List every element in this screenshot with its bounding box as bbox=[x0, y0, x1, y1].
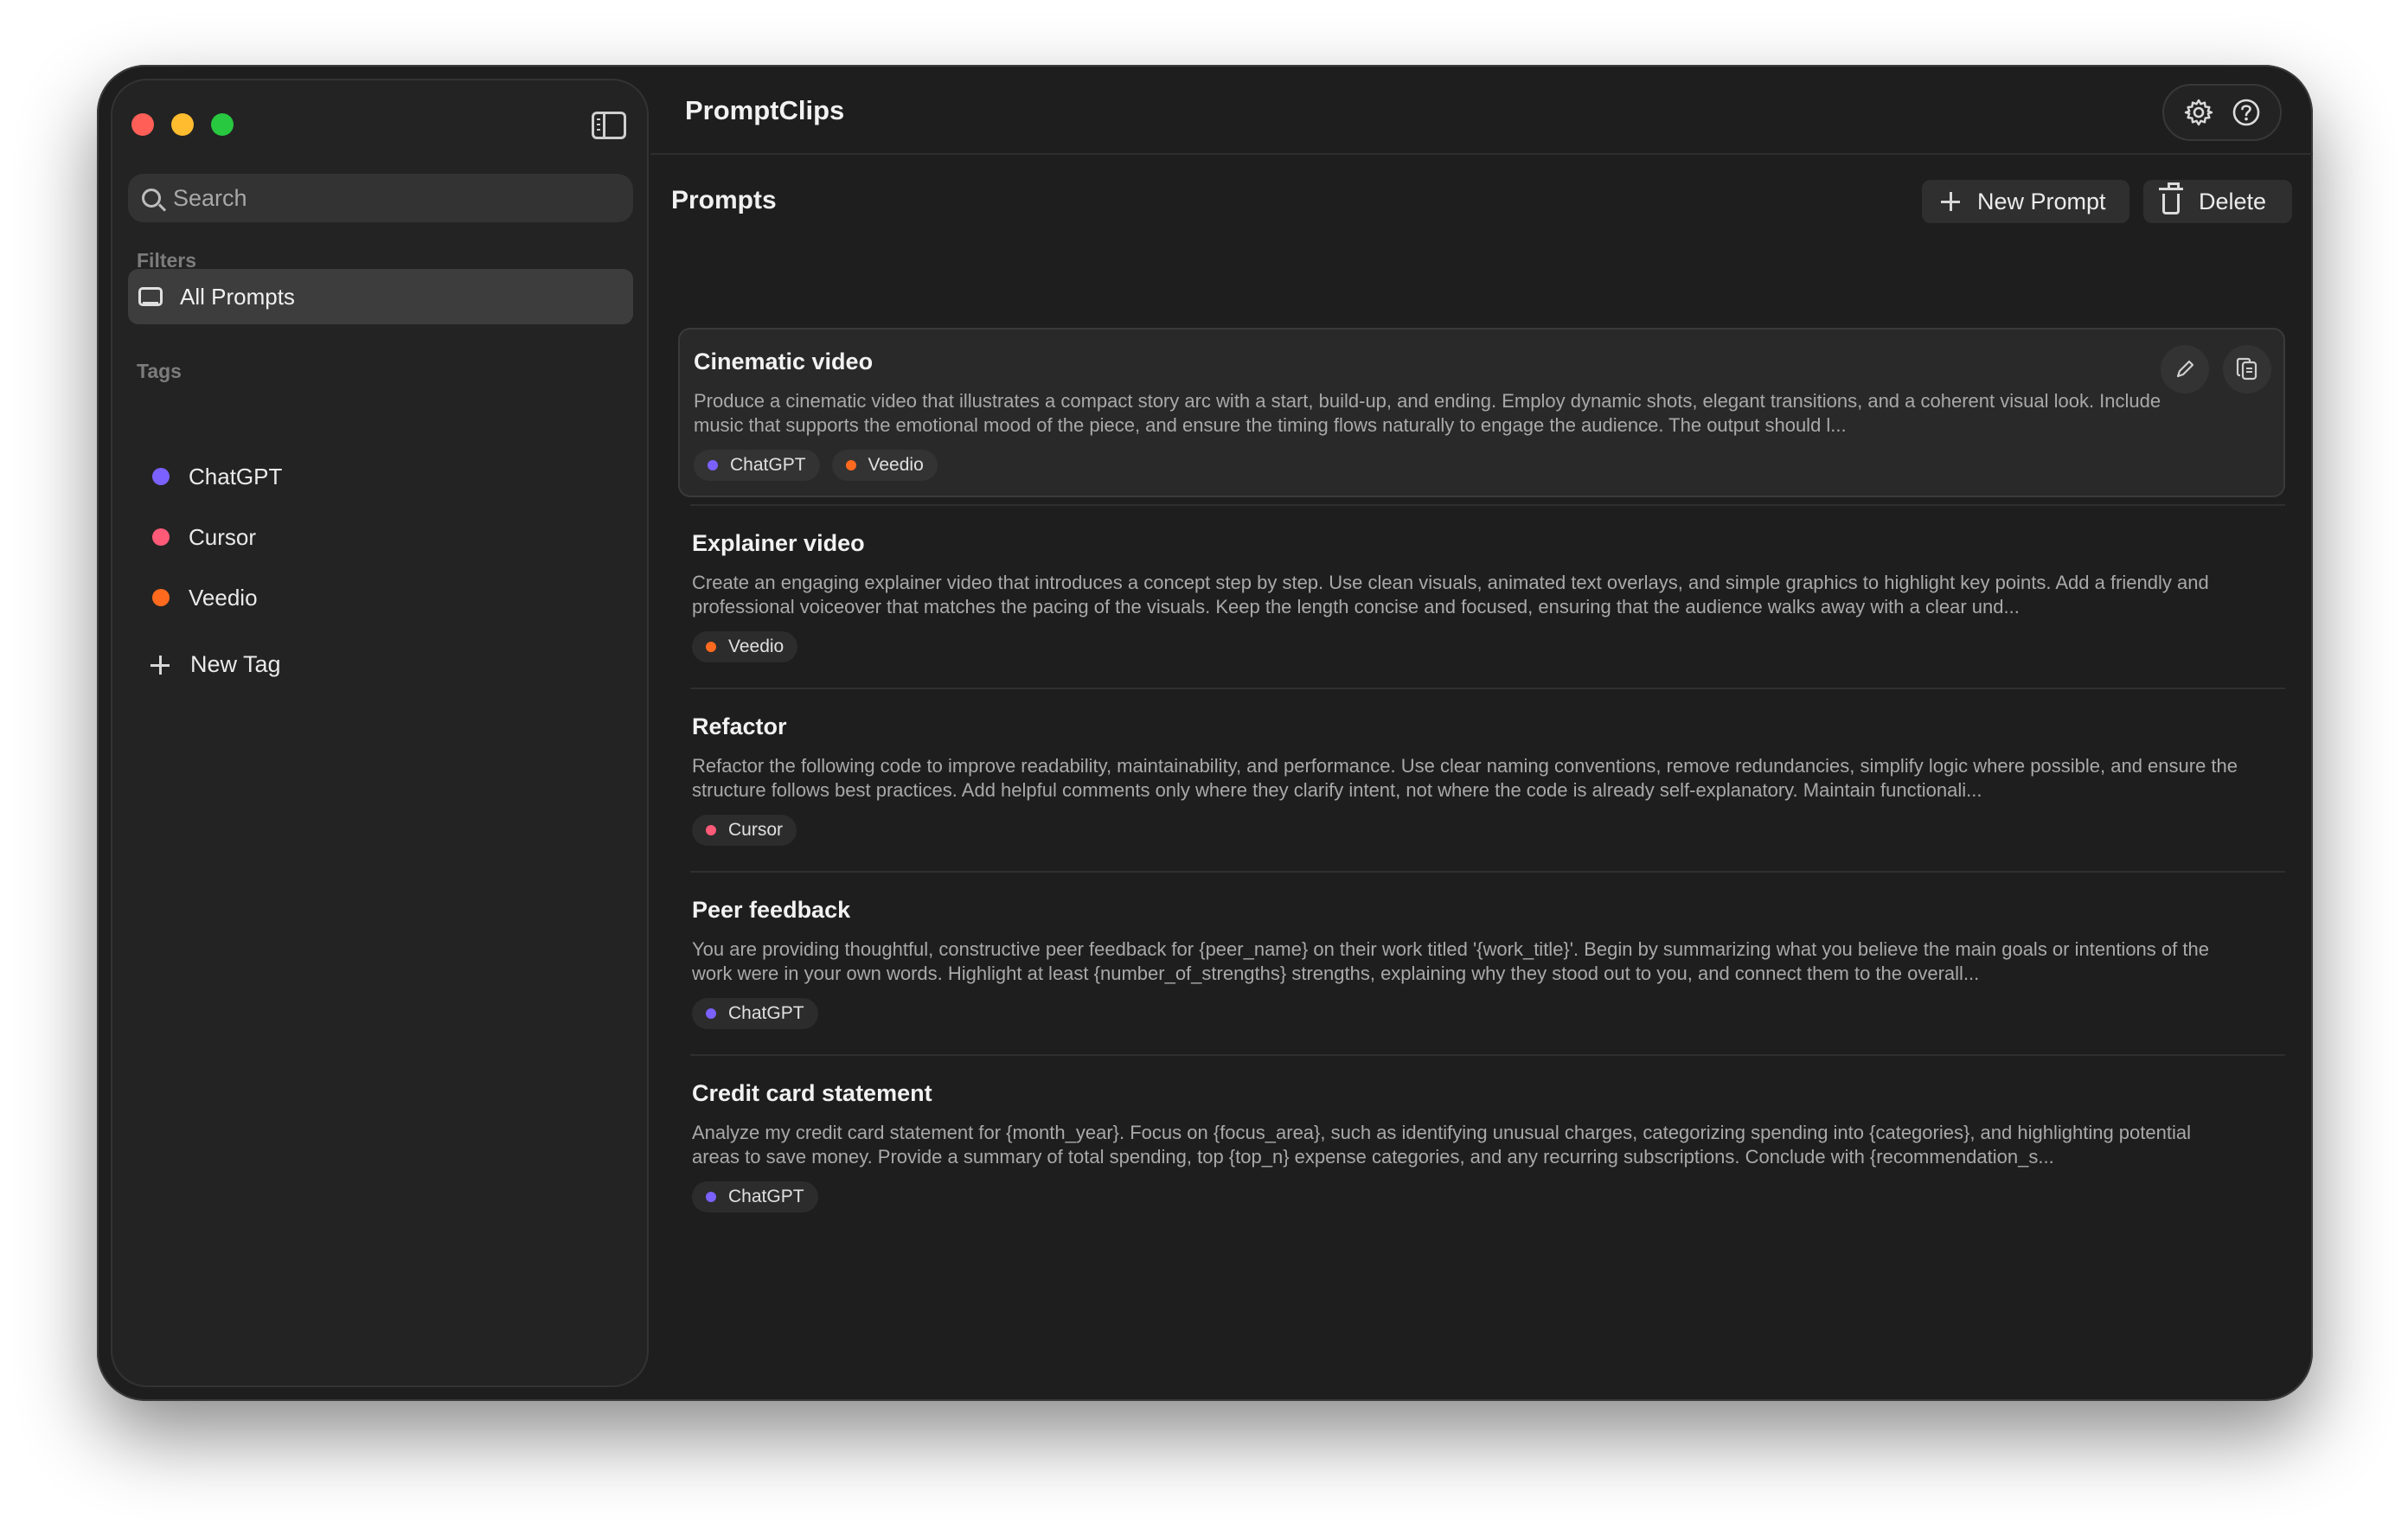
new-prompt-label: New Prompt bbox=[1977, 188, 2106, 214]
prompt-body: Analyze my credit card statement for {mo… bbox=[692, 1122, 2191, 1168]
sidebar-tag-veedio[interactable]: Veedio bbox=[152, 580, 258, 615]
filter-all-prompts[interactable]: All Prompts bbox=[128, 269, 633, 324]
trash-icon bbox=[2159, 182, 2183, 214]
tag-color-dot bbox=[706, 1192, 716, 1202]
plus-icon bbox=[150, 655, 170, 675]
tag-color-dot bbox=[706, 642, 716, 652]
copy-icon bbox=[2236, 357, 2258, 381]
tag-chip-label: Veedio bbox=[868, 455, 924, 475]
prompt-title: Peer feedback bbox=[692, 897, 851, 923]
gear-icon[interactable] bbox=[2184, 98, 2213, 127]
prompt-title: Explainer video bbox=[692, 530, 865, 556]
sidebar: Filters All Prompts Tags ChatGPT Cursor … bbox=[111, 79, 649, 1387]
search-input[interactable] bbox=[173, 184, 605, 212]
prompt-tags: ChatGPT bbox=[692, 1181, 2271, 1212]
prompt-tags: ChatGPT Veedio bbox=[694, 450, 2270, 481]
tag-chip-label: Cursor bbox=[728, 820, 784, 840]
new-tag-label: New Tag bbox=[190, 651, 281, 677]
prompt-body: Produce a cinematic video that illustrat… bbox=[694, 390, 2161, 436]
sidebar-tag-chatgpt[interactable]: ChatGPT bbox=[152, 459, 282, 494]
search-box[interactable] bbox=[128, 174, 633, 222]
prompt-body: Create an engaging explainer video that … bbox=[692, 572, 2209, 617]
tag-chip[interactable]: Cursor bbox=[692, 815, 797, 846]
window-controls bbox=[131, 113, 234, 136]
toolbar-actions bbox=[2162, 84, 2282, 141]
close-window-button[interactable] bbox=[131, 113, 154, 136]
prompt-tags: Veedio bbox=[692, 631, 2271, 662]
tag-label: Cursor bbox=[189, 523, 257, 550]
prompt-body: Refactor the following code to improve r… bbox=[692, 755, 2238, 801]
tag-chip[interactable]: Veedio bbox=[692, 631, 798, 662]
toolbar: PromptClips bbox=[650, 65, 2313, 155]
sidebar-tag-cursor[interactable]: Cursor bbox=[152, 520, 256, 554]
new-tag-button[interactable]: New Tag bbox=[150, 651, 281, 678]
tag-color-dot bbox=[152, 528, 170, 546]
prompt-card[interactable]: Peer feedback You are providing thoughtf… bbox=[678, 878, 2285, 1047]
prompt-body: You are providing thoughtful, constructi… bbox=[692, 938, 2209, 984]
divider bbox=[690, 504, 2285, 506]
minimize-window-button[interactable] bbox=[171, 113, 194, 136]
list-header: Prompts New Prompt Delete bbox=[650, 155, 2313, 238]
tag-chip-label: ChatGPT bbox=[728, 1187, 804, 1206]
tag-color-dot bbox=[152, 468, 170, 485]
page-title: Prompts bbox=[671, 186, 777, 214]
divider bbox=[690, 688, 2285, 689]
tag-color-dot bbox=[152, 589, 170, 606]
prompt-title: Refactor bbox=[692, 713, 787, 739]
divider bbox=[690, 1054, 2285, 1056]
prompt-title: Cinematic video bbox=[694, 349, 874, 374]
prompt-tags: ChatGPT bbox=[692, 998, 2271, 1029]
search-icon bbox=[142, 189, 161, 208]
tag-chip-label: Veedio bbox=[728, 637, 785, 656]
new-prompt-button[interactable]: New Prompt bbox=[1922, 180, 2129, 223]
tag-label: ChatGPT bbox=[189, 463, 283, 489]
tag-color-dot bbox=[706, 825, 716, 835]
filter-label: All Prompts bbox=[180, 283, 295, 310]
pencil-icon bbox=[2176, 360, 2194, 378]
app-title: PromptClips bbox=[685, 95, 845, 125]
prompt-card[interactable]: Cinematic video Produce a cinematic vide… bbox=[678, 328, 2285, 497]
tray-icon bbox=[138, 287, 163, 306]
prompt-card[interactable]: Explainer video Create an engaging expla… bbox=[678, 511, 2285, 681]
tag-color-dot bbox=[845, 460, 856, 470]
tag-chip[interactable]: ChatGPT bbox=[692, 998, 818, 1029]
delete-button[interactable]: Delete bbox=[2143, 180, 2292, 223]
delete-label: Delete bbox=[2199, 188, 2267, 214]
copy-button[interactable] bbox=[2223, 345, 2271, 393]
tag-chip-label: ChatGPT bbox=[730, 455, 806, 475]
edit-button[interactable] bbox=[2161, 345, 2209, 393]
tag-chip[interactable]: ChatGPT bbox=[694, 450, 820, 481]
tag-label: Veedio bbox=[189, 584, 258, 611]
app-window: Filters All Prompts Tags ChatGPT Cursor … bbox=[97, 65, 2313, 1401]
tag-chip[interactable]: ChatGPT bbox=[692, 1181, 818, 1212]
prompt-card[interactable]: Credit card statement Analyze my credit … bbox=[678, 1061, 2285, 1231]
tag-color-dot bbox=[708, 460, 718, 470]
zoom-window-button[interactable] bbox=[211, 113, 234, 136]
divider bbox=[690, 871, 2285, 873]
tag-chip[interactable]: Veedio bbox=[831, 450, 938, 481]
sidebar-toggle-icon[interactable] bbox=[592, 112, 626, 139]
help-icon[interactable] bbox=[2232, 98, 2261, 127]
tag-chip-label: ChatGPT bbox=[728, 1003, 804, 1023]
main-pane: PromptClips Prompts New Prompt Delete Ci… bbox=[650, 65, 2313, 1401]
plus-icon bbox=[1941, 192, 1960, 211]
prompt-title: Credit card statement bbox=[692, 1080, 932, 1106]
tags-heading: Tags bbox=[137, 360, 182, 382]
tag-color-dot bbox=[706, 1008, 716, 1019]
prompt-tags: Cursor bbox=[692, 815, 2271, 846]
prompt-card[interactable]: Refactor Refactor the following code to … bbox=[678, 694, 2285, 864]
prompt-actions bbox=[2161, 345, 2271, 393]
